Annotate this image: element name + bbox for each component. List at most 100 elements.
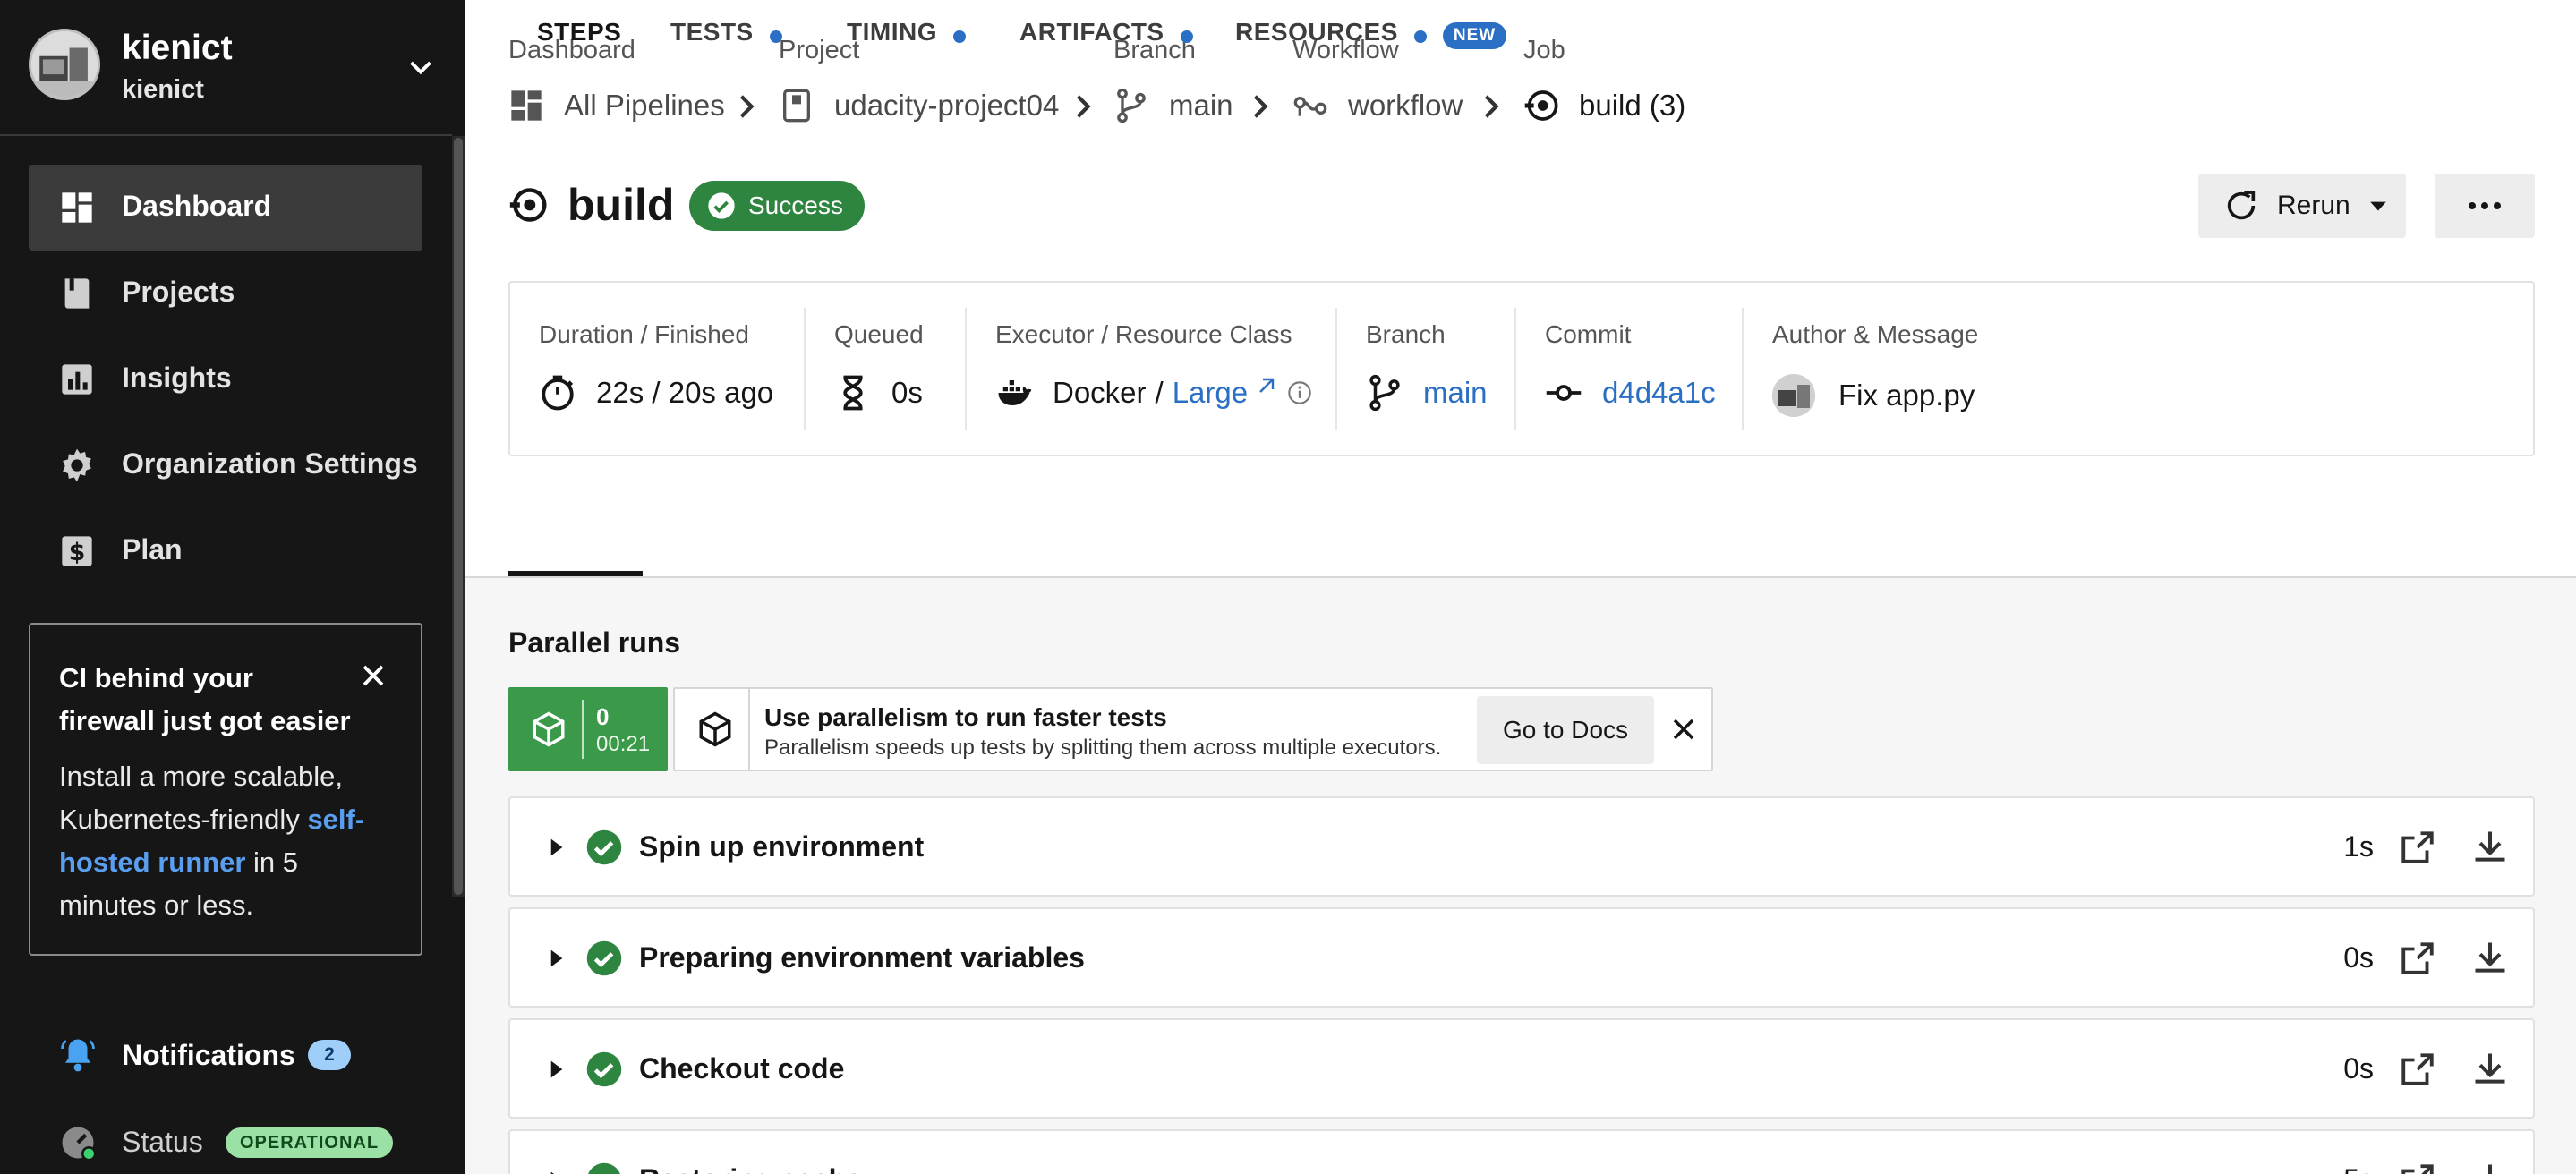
breadcrumb-project-link[interactable]: udacity-project04 <box>779 88 1059 123</box>
breadcrumb-job-current: build (3) <box>1523 88 1685 123</box>
breadcrumb-all-pipelines[interactable]: All Pipelines <box>508 88 725 123</box>
breadcrumb-value: All Pipelines <box>564 89 725 122</box>
tab-artifacts[interactable]: ARTIFACTS <box>1019 0 1193 77</box>
meta-value: Fix app.py <box>1772 374 1975 417</box>
resource-class-link[interactable]: Large <box>1173 376 1248 410</box>
meta-caption: Queued <box>834 320 924 348</box>
tab-resources[interactable]: RESOURCES NEW <box>1235 0 1507 77</box>
expand-caret-icon[interactable] <box>550 949 564 968</box>
step-name: Spin up environment <box>639 830 925 863</box>
sidebar-item-label: Plan <box>122 533 183 566</box>
expand-caret-icon[interactable] <box>550 1059 564 1079</box>
step-row[interactable]: Spin up environment 1s <box>508 796 2535 897</box>
breadcrumb-branch-link[interactable]: main <box>1113 88 1233 123</box>
open-new-tab-icon[interactable] <box>2399 940 2436 977</box>
sidebar-item-dashboard[interactable]: Dashboard <box>29 165 422 251</box>
stopwatch-icon <box>542 375 574 411</box>
sidebar-item-projects[interactable]: Projects <box>29 251 422 336</box>
branch-link[interactable]: main <box>1423 376 1488 410</box>
commit-link[interactable]: d4d4a1c <box>1602 376 1716 410</box>
external-link-icon[interactable] <box>1255 376 1276 397</box>
job-title-text: build <box>567 180 675 230</box>
notifications-label: Notifications <box>122 1039 295 1071</box>
chevron-right-icon <box>739 95 755 118</box>
step-row[interactable]: Preparing environment variables 0s <box>508 907 2535 1008</box>
meta-divider <box>1335 308 1337 430</box>
open-new-tab-icon[interactable] <box>2399 829 2436 866</box>
parallel-runs-title: Parallel runs <box>508 626 681 659</box>
sidebar-item-plan[interactable]: $ Plan <box>29 508 422 594</box>
avatar <box>1772 374 1815 417</box>
step-name: Restoring cache <box>639 1163 862 1174</box>
book-icon <box>64 278 90 309</box>
parallelism-banner: Use parallelism to run faster tests Para… <box>673 687 1713 771</box>
sidebar-item-label: Insights <box>122 362 232 394</box>
success-check-icon <box>586 829 622 865</box>
more-actions-button[interactable] <box>2435 174 2535 238</box>
sidebar-item-insights[interactable]: Insights <box>29 336 422 422</box>
step-row[interactable]: Restoring cache 5s <box>508 1129 2535 1174</box>
container-box-icon <box>533 711 565 747</box>
org-handle: kienict <box>122 75 204 104</box>
expand-caret-icon[interactable] <box>550 1170 564 1174</box>
meta-divider <box>1514 308 1516 430</box>
scrollbar-thumb[interactable] <box>454 138 463 895</box>
org-avatar <box>29 29 100 100</box>
breadcrumb-value: udacity-project04 <box>834 89 1060 122</box>
meta-caption: Commit <box>1545 320 1632 348</box>
duration-value: 22s / 20s ago <box>596 376 774 409</box>
tab-label: TIMING <box>847 18 937 46</box>
status-badge: Success <box>689 181 865 231</box>
step-duration: 0s <box>2343 1052 2374 1085</box>
meta-value: 22s / 20s ago <box>539 374 773 412</box>
status-badge: OPERATIONAL <box>226 1127 394 1158</box>
tab-steps[interactable]: STEPS <box>537 0 621 77</box>
close-icon[interactable] <box>1670 716 1697 743</box>
status-text: Success <box>748 191 843 219</box>
breadcrumb-caption: Job <box>1523 36 1565 64</box>
new-badge: NEW <box>1442 22 1507 49</box>
tab-indicator-dot <box>1180 30 1193 43</box>
open-new-tab-icon[interactable] <box>2399 1051 2436 1088</box>
tab-indicator-dot <box>953 30 966 43</box>
rerun-icon <box>2227 191 2256 220</box>
sidebar-scrollbar[interactable] <box>452 136 465 897</box>
step-duration: 1s <box>2343 830 2374 863</box>
step-name: Preparing environment variables <box>639 941 1085 974</box>
parallel-run-chip[interactable]: 0 00:21 <box>508 687 668 771</box>
download-icon[interactable] <box>2470 1049 2510 1088</box>
meta-caption: Executor / Resource Class <box>995 320 1292 348</box>
parallel-run-index: 0 <box>596 703 610 730</box>
close-icon[interactable] <box>360 662 387 689</box>
download-icon[interactable] <box>2470 1160 2510 1174</box>
executor-separator: / <box>1155 376 1164 409</box>
chevron-down-icon[interactable] <box>405 52 437 84</box>
tab-timing[interactable]: TIMING <box>847 0 966 77</box>
org-switcher[interactable]: kienict kienict <box>29 29 449 106</box>
check-circle-icon <box>708 192 735 219</box>
commit-icon <box>1546 385 1582 401</box>
step-row[interactable]: Checkout code 0s <box>508 1018 2535 1119</box>
sidebar-item-organization-settings[interactable]: Organization Settings <box>29 422 422 508</box>
docker-icon <box>998 380 1032 405</box>
rerun-button[interactable]: Rerun <box>2198 174 2406 238</box>
step-duration: 5s <box>2320 1163 2374 1174</box>
tab-tests[interactable]: TESTS <box>670 0 782 77</box>
meta-value: Docker / Large <box>995 374 1312 412</box>
executor-value: Docker <box>1053 376 1147 409</box>
promo-body: Install a more scalable, Kubernetes-frie… <box>59 755 392 927</box>
project-book-icon <box>783 89 810 123</box>
promo-card: CI behind your firewall just got easier … <box>29 623 422 956</box>
open-new-tab-icon[interactable] <box>2399 1161 2436 1174</box>
expand-caret-icon[interactable] <box>550 838 564 857</box>
chevron-right-icon <box>1253 95 1268 118</box>
download-icon[interactable] <box>2470 938 2510 977</box>
job-icon <box>509 188 547 222</box>
rerun-label: Rerun <box>2277 191 2350 220</box>
breadcrumb-workflow-link[interactable]: workflow <box>1292 88 1463 123</box>
go-to-docs-button[interactable]: Go to Docs <box>1477 696 1654 764</box>
download-icon[interactable] <box>2470 827 2510 866</box>
banner-title: Use parallelism to run faster tests <box>764 703 1167 731</box>
info-icon[interactable] <box>1287 380 1312 405</box>
dollar-icon: $ <box>62 536 92 566</box>
